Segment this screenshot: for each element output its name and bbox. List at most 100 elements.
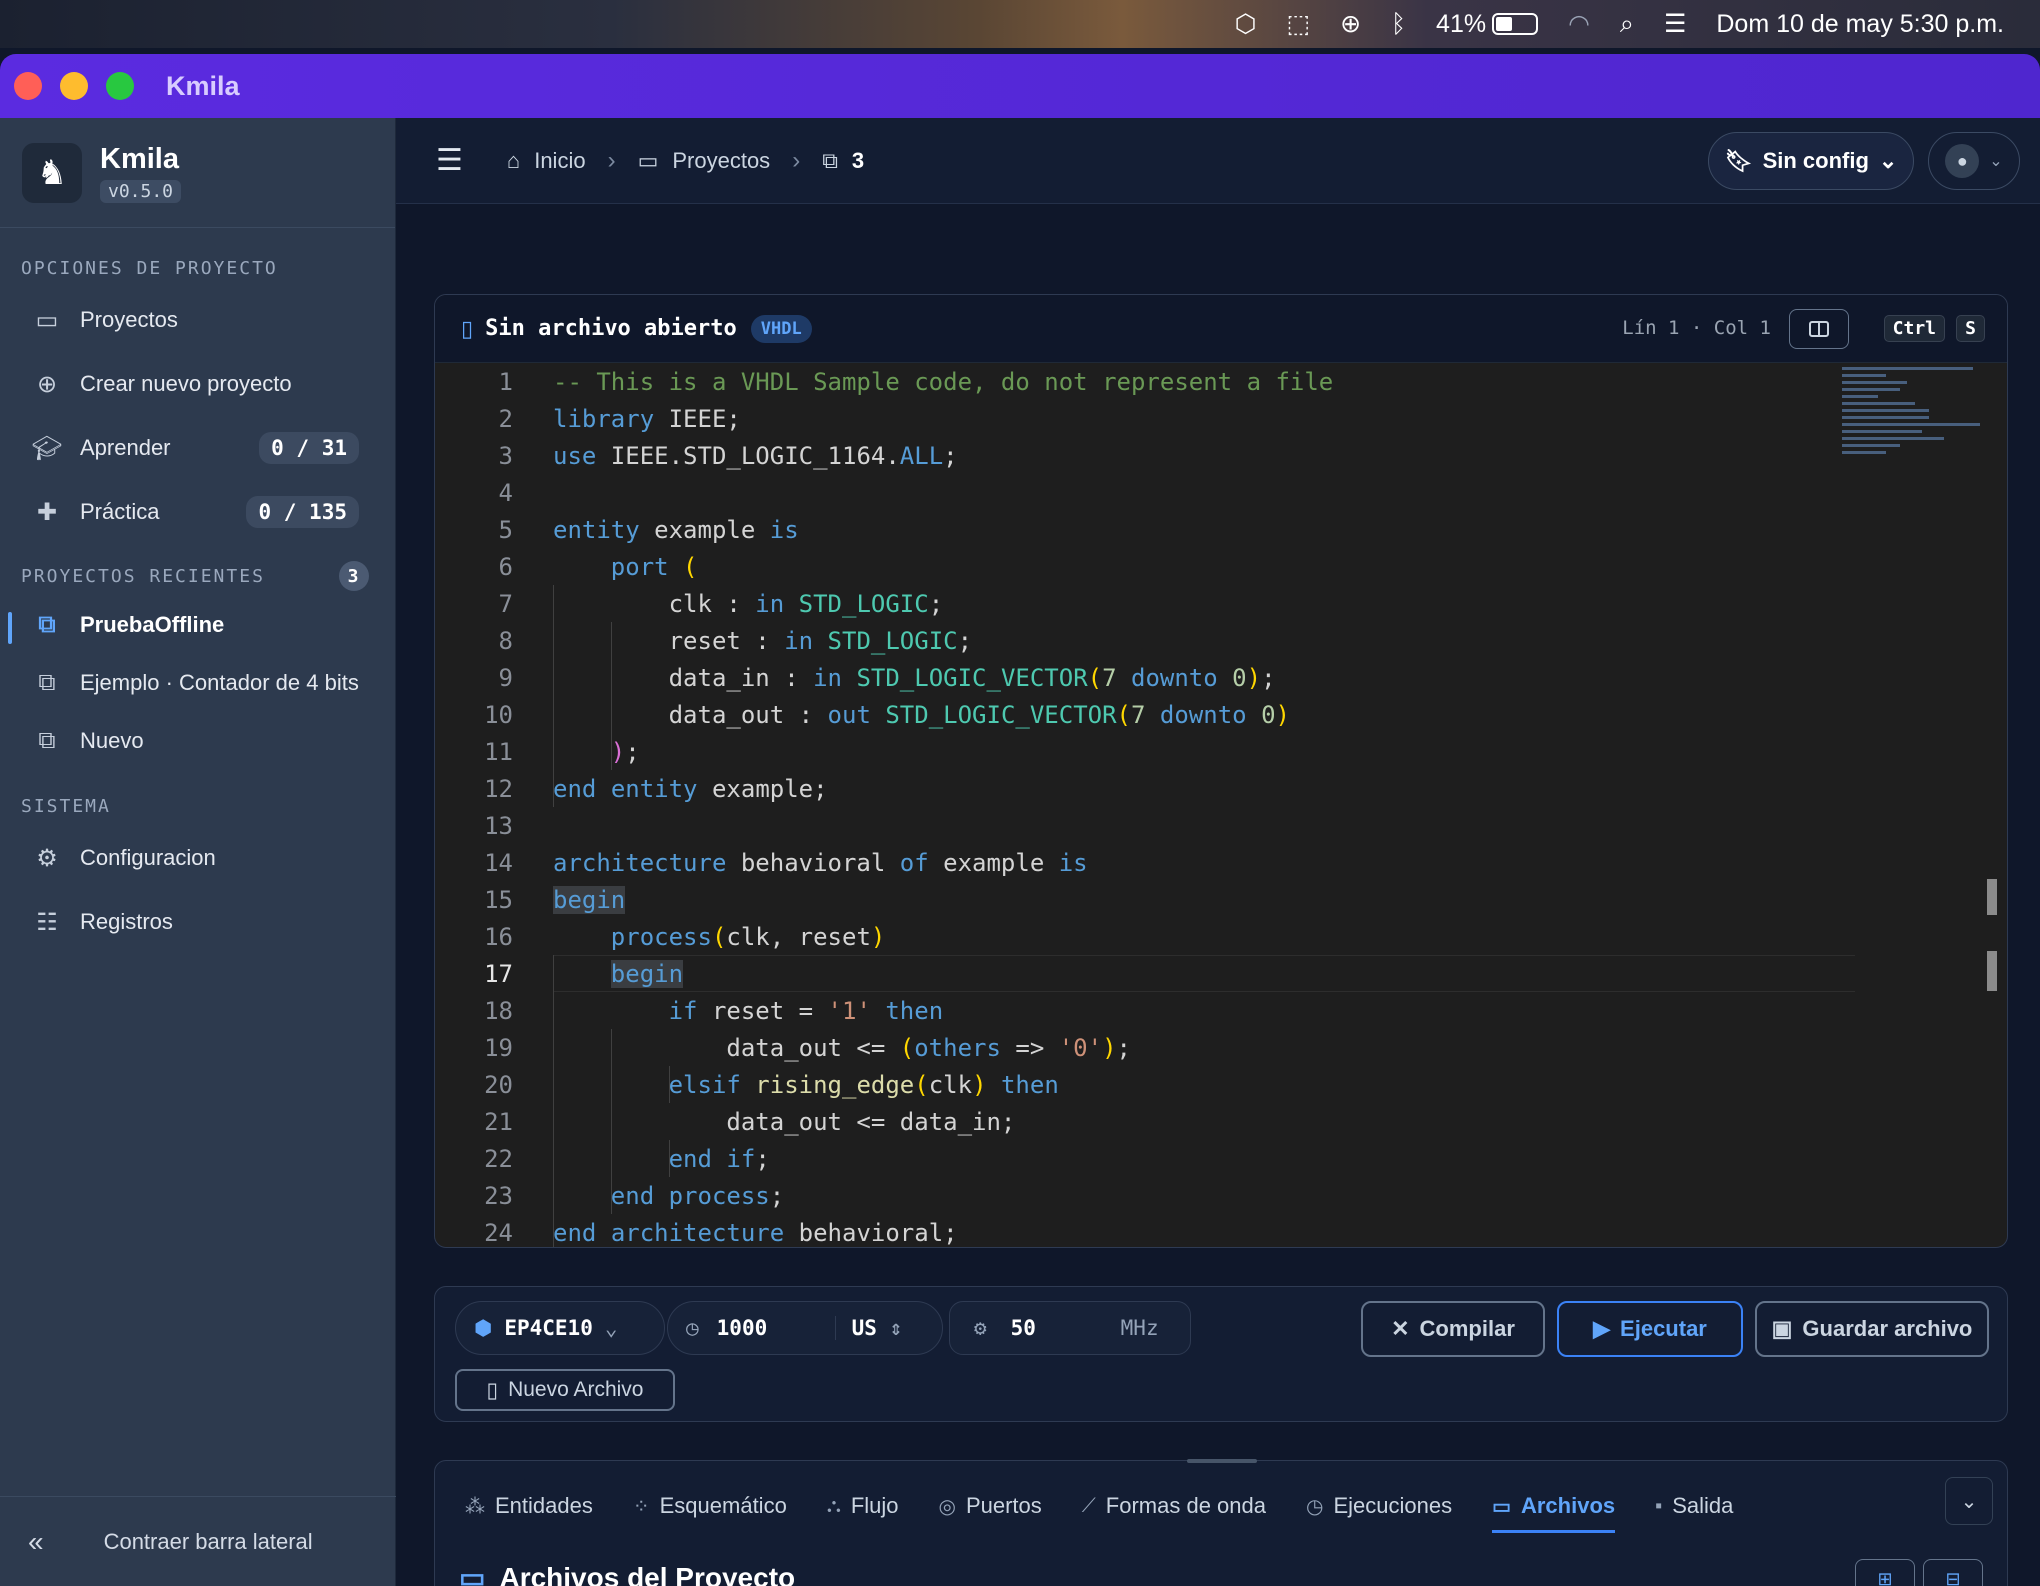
sidebar-item-aprender[interactable]: 🎓︎ Aprender 0 / 31 [0,416,395,480]
code-line[interactable]: 2 library IEEE; [435,400,1835,437]
code-line[interactable]: 9 data_in : in STD_LOGIC_VECTOR(7 downto… [435,659,1835,696]
indent-guide [669,1140,670,1177]
frequency-field[interactable]: ⚙ 50 MHz [949,1301,1191,1355]
collapse-sidebar-button[interactable]: « Contraer barra lateral [0,1496,396,1586]
close-window-button[interactable] [14,72,42,100]
home-icon: ⌂ [506,147,521,173]
code-line[interactable]: 4 [435,474,1835,511]
sidebar-item-registros[interactable]: ☷ Registros [0,890,395,954]
sim-time-value[interactable]: 1000 [717,1316,817,1340]
battery-status[interactable]: 41% [1436,10,1539,39]
frequency-value[interactable]: 50 [1011,1316,1097,1340]
code-text: data_in : in STD_LOGIC_VECTOR(7 downto 0… [553,663,1276,692]
split-view-icon [1809,321,1829,337]
code-area[interactable]: 1 -- This is a VHDL Sample code, do not r… [435,363,1855,1247]
code-line[interactable]: 21 data_out <= data_in; [435,1103,1835,1140]
code-line[interactable]: 24 end architecture behavioral; [435,1214,1835,1247]
breadcrumb-proyectos[interactable]: Proyectos [672,148,770,174]
user-menu-button[interactable]: ● ⌄ [1928,132,2020,190]
recent-project-item[interactable]: ⧉ Ejemplo · Contador de 4 bits [0,654,395,712]
tab-archivos[interactable]: ▭ Archivos [1492,1461,1616,1551]
bluetooth-icon[interactable]: ᛒ [1391,10,1406,39]
tab-flujo[interactable]: ⛬ Flujo [827,1461,899,1551]
sim-time-field[interactable]: ◷ 1000 US ⇕ [667,1301,943,1355]
code-line[interactable]: 18 if reset = '1' then [435,992,1835,1029]
unity-icon[interactable]: ⬡ [1235,9,1257,39]
code-line[interactable]: 19 data_out <= (others => '0'); [435,1029,1835,1066]
save-file-button[interactable]: ▣ Guardar archivo [1755,1301,1989,1357]
code-line[interactable]: 7 clk : in STD_LOGIC; [435,585,1835,622]
code-line[interactable]: 6 port ( [435,548,1835,585]
code-line[interactable]: 5 entity example is [435,511,1835,548]
new-folder-icon-button[interactable]: ⊟ [1923,1559,1983,1586]
tab-puertos[interactable]: ◎ Puertos [939,1461,1042,1551]
new-file-icon-button[interactable]: ⊞ [1855,1559,1915,1586]
recent-project-label: PruebaOffline [80,612,225,637]
tab-esquemático[interactable]: ⁘ Esquemático [633,1461,787,1551]
code-line[interactable]: 3 use IEEE.STD_LOGIC_1164.ALL; [435,437,1835,474]
breadcrumb-inicio[interactable]: Inicio [534,148,585,174]
folder-icon: ▭ [637,147,659,173]
code-line[interactable]: 11 ); [435,733,1835,770]
code-line[interactable]: 15 begin [435,881,1835,918]
scrollbar-marker[interactable] [1987,879,1997,915]
scrollbar-thumb[interactable] [1987,951,1997,991]
run-button[interactable]: ▶ Ejecutar [1557,1301,1743,1357]
code-line[interactable]: 16 process(clk, reset) [435,918,1835,955]
new-file-button[interactable]: ▯ Nuevo Archivo [455,1369,675,1411]
bookmark-icon: 🔖︎ [1724,148,1753,173]
folder-icon: ▭ [1492,1495,1511,1518]
config-selector-button[interactable]: 🔖︎ Sin config ⌄ [1708,132,1914,190]
time-unit-select[interactable]: US ⇕ [834,1316,902,1340]
spotlight-search-icon[interactable]: ⌕ [1620,10,1634,39]
code-text: reset : in STD_LOGIC; [553,626,973,655]
tab-formas-de-onda[interactable]: ⟋ Formas de onda [1082,1461,1266,1551]
line-number: 17 [484,959,513,988]
frequency-unit: MHz [1120,1316,1159,1340]
tab-salida[interactable]: ▪ Salida [1655,1461,1733,1551]
code-line[interactable]: 17 begin [435,955,1855,992]
sidebar: ♞ Kmila v0.5.0 OPCIONES DE PROYECTO ▭ Pr… [0,118,396,1586]
terminal-icon: ▪ [1655,1494,1663,1517]
chevrons-left-icon: « [28,1525,44,1557]
code-line[interactable]: 13 [435,807,1835,844]
code-line[interactable]: 8 reset : in STD_LOGIC; [435,622,1835,659]
code-text: -- This is a VHDL Sample code, do not re… [553,367,1334,396]
window-titlebar: Kmila [0,54,2040,118]
logs-icon: ☷ [36,908,58,936]
code-line[interactable]: 22 end if; [435,1140,1835,1177]
device-selector[interactable]: ⬢ EP4CE10 ⌄ [455,1301,665,1355]
code-editor: ▯ Sin archivo abierto VHDL Lín 1 · Col 1… [434,294,2008,1248]
code-line[interactable]: 12 end entity example; [435,770,1835,807]
panel-title-text: Archivos del Proyecto [499,1561,796,1586]
cursor-position: Lín 1 · Col 1 [1622,317,1771,339]
tab-ejecuciones[interactable]: ◷ Ejecuciones [1306,1461,1452,1551]
split-view-button[interactable] [1789,309,1849,349]
screenshot-icon[interactable]: ⬚ [1286,9,1310,39]
wifi-icon[interactable]: ◠ [1568,9,1590,39]
recent-project-item[interactable]: ⧉ PruebaOffline [0,596,395,654]
collapse-panel-button[interactable]: ⌄ [1945,1477,1993,1525]
sidebar-item-practica[interactable]: ✚ Práctica 0 / 135 [0,480,395,544]
breadcrumb: ⌂ Inicio › ▭ Proyectos › ⧉ 3 [507,147,864,175]
minimize-window-button[interactable] [60,72,88,100]
code-line[interactable]: 14 architecture behavioral of example is [435,844,1835,881]
menubar-clock[interactable]: Dom 10 de may 5:30 p.m. [1716,10,2004,39]
recent-project-item[interactable]: ⧉ Nuevo [0,712,395,770]
menu-icon[interactable]: ☰ [436,143,463,178]
code-line[interactable]: 20 elsif rising_edge(clk) then [435,1066,1835,1103]
code-line[interactable]: 10 data_out : out STD_LOGIC_VECTOR(7 dow… [435,696,1835,733]
zoom-window-button[interactable] [106,72,134,100]
tab-entidades[interactable]: ⁂ Entidades [465,1461,593,1551]
line-number: 8 [498,626,513,655]
code-line[interactable]: 1 -- This is a VHDL Sample code, do not r… [435,363,1835,400]
code-line[interactable]: 23 end process; [435,1177,1835,1214]
sidebar-item-proyectos[interactable]: ▭ Proyectos [0,288,395,352]
sidebar-item-configuracion[interactable]: ⚙ Configuracion [0,826,395,890]
sidebar-item-crear-proyecto[interactable]: ⊕ Crear nuevo proyecto [0,352,395,416]
control-center-icon[interactable]: ☰ [1664,9,1686,39]
code-minimap[interactable] [1842,363,1987,483]
vpn-globe-icon[interactable]: ⊕ [1340,9,1361,39]
code-file-icon: ⧉ [38,611,56,638]
compile-button[interactable]: ✕ Compilar [1361,1301,1545,1357]
